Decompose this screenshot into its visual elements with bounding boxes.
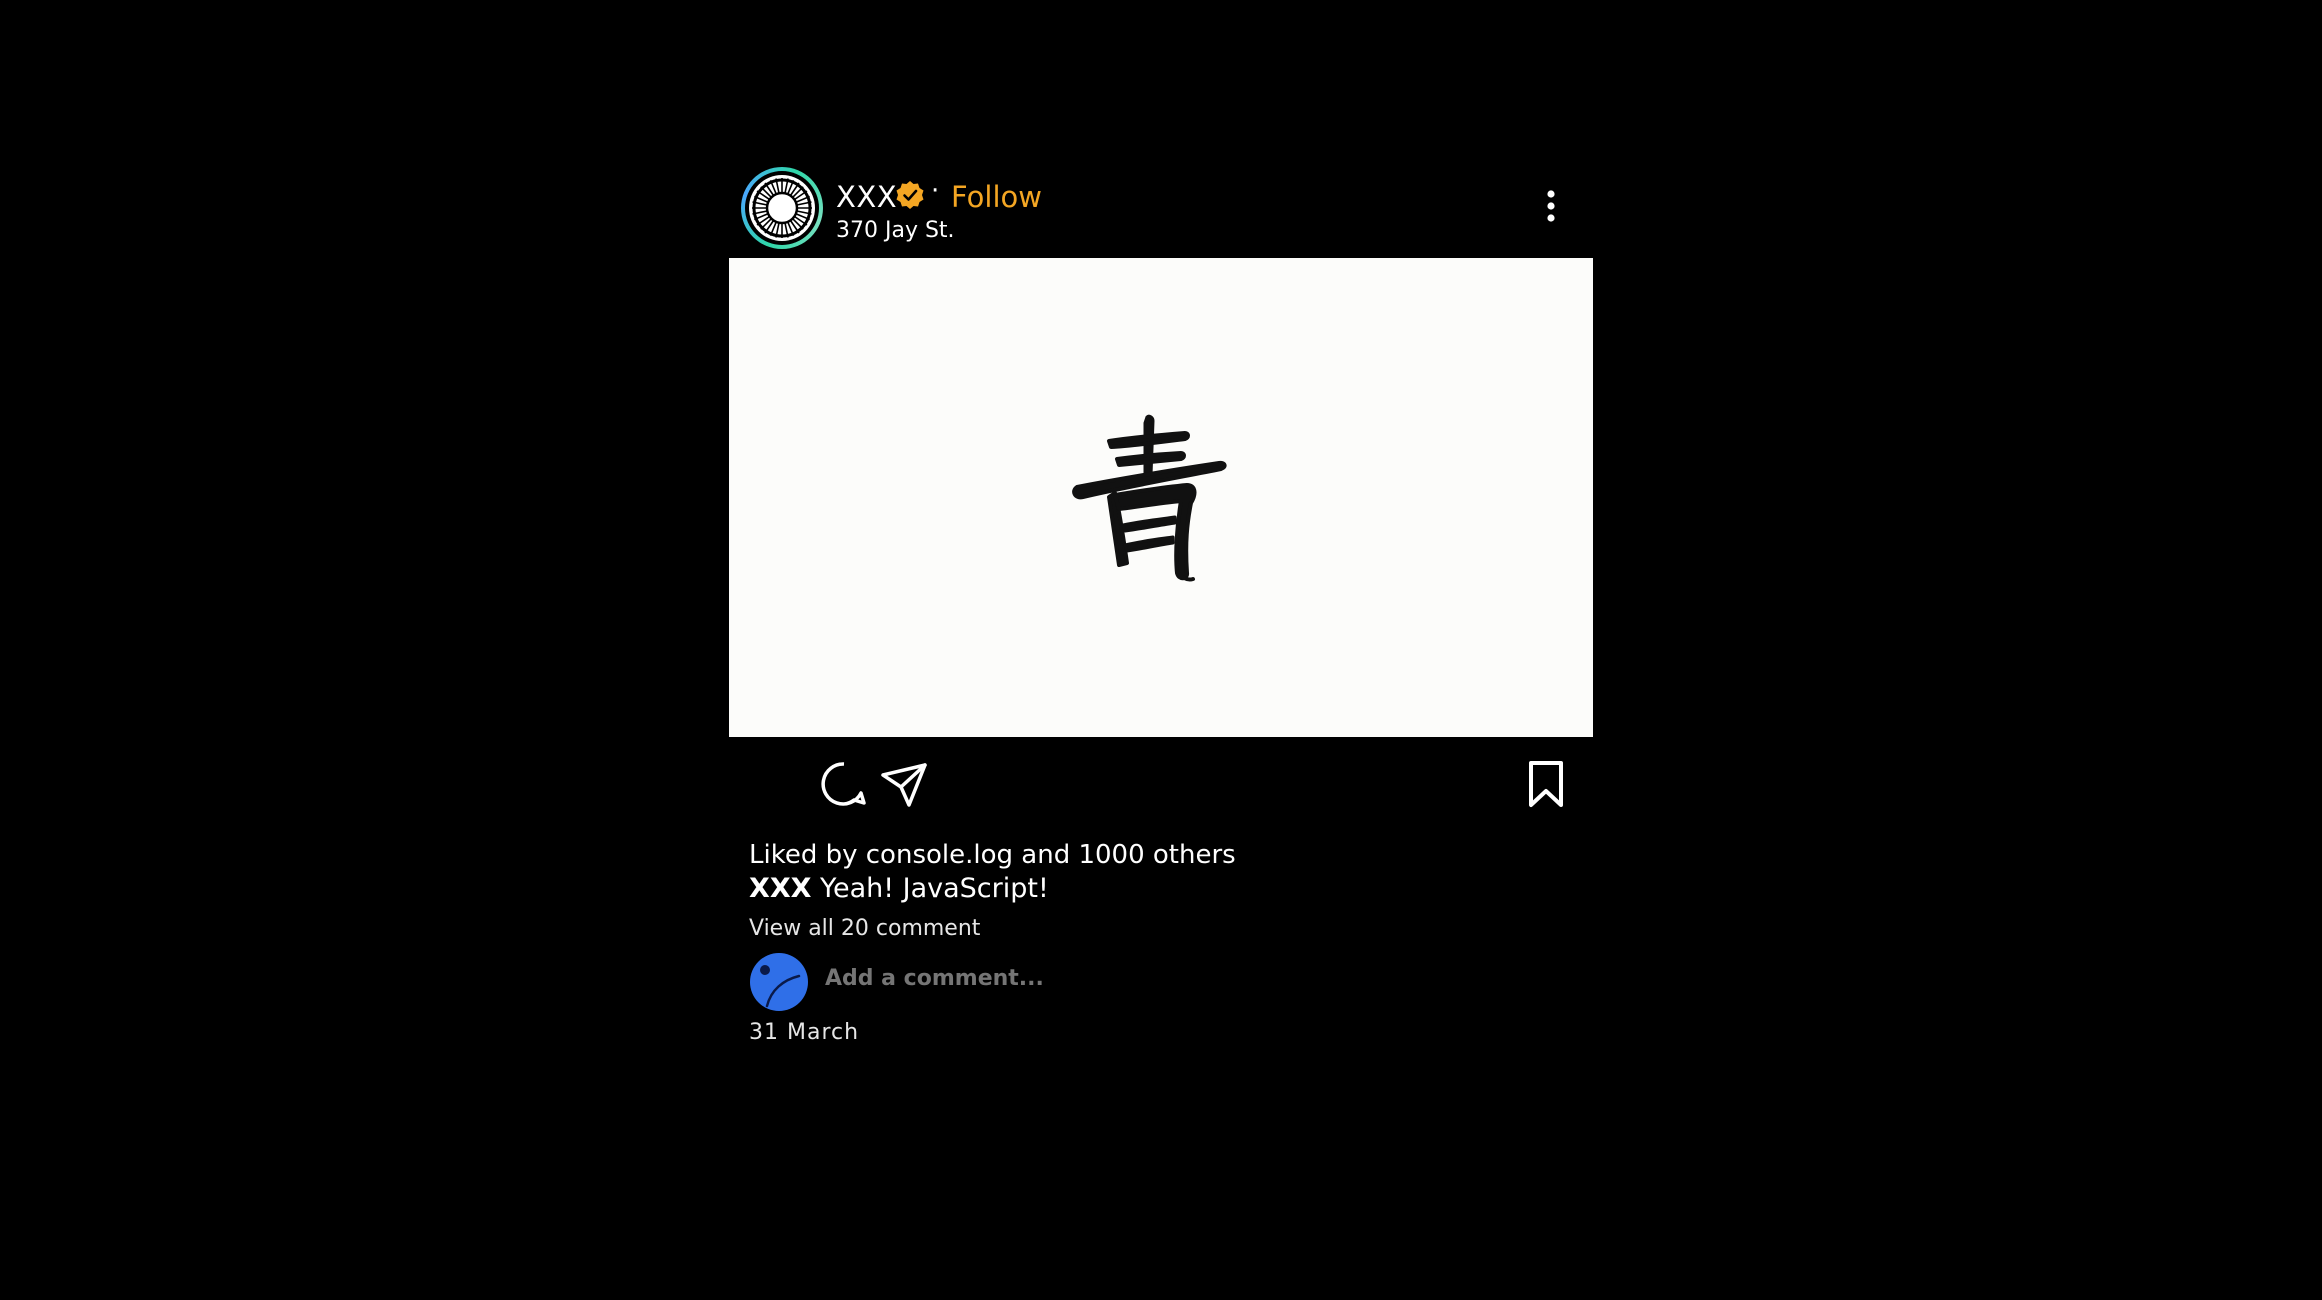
share-icon[interactable] (879, 759, 929, 809)
view-comments-link[interactable]: View all 20 comment (749, 914, 1569, 944)
page: XXX · Follow 370 Jay St. Liked by consol… (0, 0, 2322, 1300)
profile-avatar[interactable] (741, 167, 823, 249)
add-comment-row (749, 950, 1569, 1012)
likes-count[interactable]: Liked by console.log and 1000 others (749, 838, 1569, 872)
calligraphy-character (1072, 414, 1227, 582)
separator-dot: · (931, 176, 940, 206)
comment-icon[interactable] (819, 759, 869, 809)
bookmark-icon[interactable] (1521, 759, 1571, 809)
post-image[interactable] (729, 258, 1593, 737)
post-caption: XXX Yeah! JavaScript! (749, 872, 1569, 906)
follow-button[interactable]: Follow (951, 180, 1042, 214)
verified-badge-icon (895, 180, 925, 210)
post-location[interactable]: 370 Jay St. (836, 218, 955, 243)
caption-text: Yeah! JavaScript! (820, 873, 1049, 904)
more-vertical-icon[interactable] (1545, 188, 1557, 224)
post-actions-bar (729, 747, 1593, 827)
avatar-ring-icon (745, 171, 819, 245)
post-header: XXX · Follow 370 Jay St. (729, 160, 1593, 258)
post-card: XXX · Follow 370 Jay St. Liked by consol… (729, 160, 1593, 1045)
post-username[interactable]: XXX (836, 180, 897, 214)
caption-username[interactable]: XXX (749, 873, 811, 904)
post-caption-block: Liked by console.log and 1000 others XXX… (749, 838, 1569, 1045)
user-avatar-icon (749, 952, 809, 1012)
post-date: 31 March (749, 1020, 860, 1045)
add-comment-input[interactable] (825, 966, 1225, 991)
